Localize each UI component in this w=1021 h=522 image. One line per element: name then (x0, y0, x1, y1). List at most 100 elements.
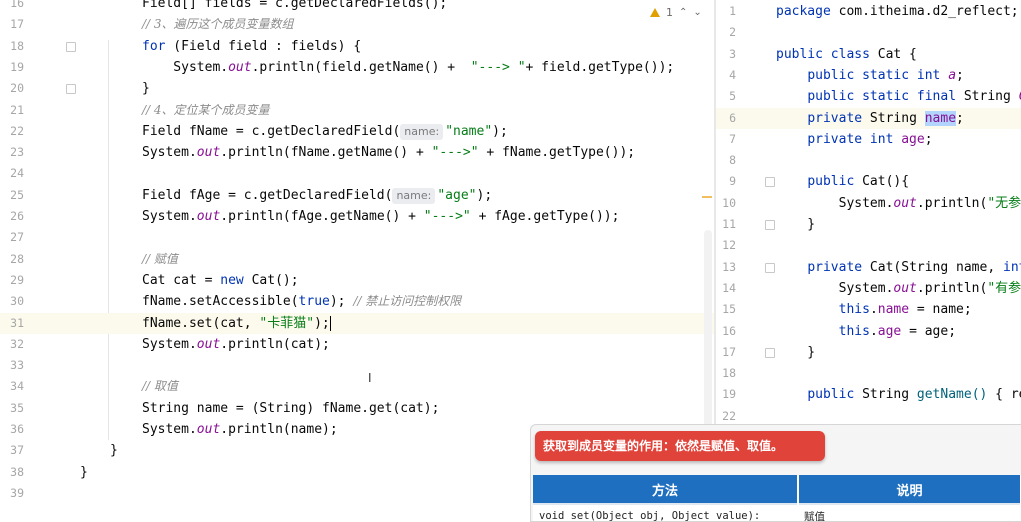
code-text[interactable]: package com.itheima.d2_reflect; (776, 1, 1019, 22)
error-stripe-mark[interactable] (702, 196, 712, 198)
code-line[interactable]: 27 (0, 227, 714, 248)
code-text[interactable]: this.name = name; (776, 299, 972, 320)
code-text[interactable]: public Cat(){ (776, 171, 909, 192)
line-number[interactable]: 29 (0, 270, 24, 291)
code-line[interactable]: 22 Field fName = c.getDeclaredField(name:… (0, 121, 714, 142)
line-number[interactable]: 21 (0, 100, 24, 121)
code-text[interactable]: // 3、遍历这个成员变量数组 (142, 14, 294, 35)
code-text[interactable]: System.out.println(field.getName() + "--… (142, 57, 674, 78)
code-line[interactable]: 18 for (Field field : fields) { (0, 36, 714, 57)
code-line[interactable]: 20} (0, 78, 714, 99)
code-line[interactable]: 19 System.out.println(field.getName() + … (0, 57, 714, 78)
line-number[interactable]: 24 (0, 163, 24, 184)
line-number[interactable]: 16 (0, 0, 24, 14)
fold-marker-icon[interactable] (66, 84, 76, 95)
code-text[interactable]: System.out.println(fName.getName() + "--… (142, 142, 635, 163)
code-line[interactable]: 30 fName.setAccessible(true); // 禁止访问控制权限 (0, 291, 714, 312)
line-number[interactable]: 11 (716, 214, 736, 235)
line-number[interactable]: 1 (716, 1, 736, 22)
code-line[interactable]: 13 private Cat(String name, int (716, 257, 1021, 278)
code-line[interactable]: 15 this.name = name; (716, 299, 1021, 320)
code-text[interactable]: System.out.println("有参 (776, 278, 1021, 299)
code-text[interactable]: fName.set(cat, "卡菲猫"); (142, 313, 331, 334)
code-text[interactable]: Field fName = c.getDeclaredField(name: "n… (142, 121, 508, 142)
code-line[interactable]: 19 public String getName() { re (716, 384, 1021, 405)
line-number[interactable]: 7 (716, 129, 736, 150)
line-number[interactable]: 27 (0, 227, 24, 248)
code-text[interactable]: this.age = age; (776, 321, 956, 342)
line-number[interactable]: 16 (716, 321, 736, 342)
code-line[interactable]: 10 System.out.println("无参 (716, 193, 1021, 214)
code-line[interactable]: 4 public static int a; (716, 65, 1021, 86)
code-text[interactable]: fName.setAccessible(true); // 禁止访问控制权限 (142, 291, 461, 312)
line-number[interactable]: 36 (0, 419, 24, 440)
line-number[interactable]: 10 (716, 193, 736, 214)
line-number[interactable]: 14 (716, 278, 736, 299)
code-line[interactable]: 33 (0, 355, 714, 376)
code-text[interactable]: System.out.println(cat); (142, 334, 330, 355)
code-text[interactable]: Field fAge = c.getDeclaredField(name: "ag… (142, 185, 492, 206)
code-text[interactable]: public static final String C (776, 86, 1021, 107)
code-text[interactable]: private String name; (776, 108, 964, 129)
code-text[interactable]: } (110, 440, 118, 461)
line-number[interactable]: 28 (0, 249, 24, 270)
code-line[interactable]: 28 // 赋值 (0, 249, 714, 270)
code-text[interactable]: private int age; (776, 129, 932, 150)
code-text[interactable]: public class Cat { (776, 44, 917, 65)
line-number[interactable]: 31 (0, 313, 24, 334)
line-number[interactable]: 26 (0, 206, 24, 227)
code-line[interactable]: 16 this.age = age; (716, 321, 1021, 342)
line-number[interactable]: 38 (0, 462, 24, 483)
line-number[interactable]: 8 (716, 150, 736, 171)
code-text[interactable]: public static int a; (776, 65, 964, 86)
line-number[interactable]: 12 (716, 235, 736, 256)
code-line[interactable]: 1 package com.itheima.d2_reflect; (716, 1, 1021, 22)
code-text[interactable]: String name = (String) fName.get(cat); (142, 398, 439, 419)
line-number[interactable]: 3 (716, 44, 736, 65)
inspection-widget[interactable]: 1 ⌃ ⌄ (650, 4, 702, 20)
line-number[interactable]: 19 (716, 384, 736, 405)
line-number[interactable]: 32 (0, 334, 24, 355)
line-number[interactable]: 9 (716, 171, 736, 192)
code-text[interactable]: Cat cat = new Cat(); (142, 270, 299, 291)
line-number[interactable]: 20 (0, 78, 24, 99)
code-line[interactable]: 35 String name = (String) fName.get(cat); (0, 398, 714, 419)
fold-marker-icon[interactable] (765, 177, 775, 188)
code-line[interactable]: 2 (716, 22, 1021, 43)
code-text[interactable]: // 取值 (142, 376, 178, 397)
line-number[interactable]: 37 (0, 440, 24, 461)
code-line[interactable]: 9 public Cat(){ (716, 171, 1021, 192)
line-number[interactable]: 6 (716, 108, 736, 129)
code-text[interactable]: // 赋值 (142, 249, 178, 270)
code-line[interactable]: 24 (0, 163, 714, 184)
code-line[interactable]: 34 // 取值 (0, 376, 714, 397)
code-line[interactable]: 6 private String name; (716, 107, 1021, 129)
code-text[interactable]: System.out.println("无参 (776, 193, 1021, 214)
fold-marker-icon[interactable] (765, 220, 775, 230)
code-line[interactable]: 32 System.out.println(cat); (0, 334, 714, 355)
code-line[interactable]: 31 fName.set(cat, "卡菲猫"); (0, 312, 714, 334)
line-number[interactable]: 19 (0, 57, 24, 78)
code-line[interactable]: 29 Cat cat = new Cat(); (0, 270, 714, 291)
line-number[interactable]: 39 (0, 483, 24, 504)
code-text[interactable]: } (776, 214, 815, 235)
line-number[interactable]: 34 (0, 376, 24, 397)
line-number[interactable]: 35 (0, 398, 24, 419)
code-line[interactable]: 25 Field fAge = c.getDeclaredField(name: "… (0, 185, 714, 206)
line-number[interactable]: 13 (716, 257, 736, 278)
code-line[interactable]: 11 } (716, 214, 1021, 235)
code-text[interactable]: private Cat(String name, int (776, 257, 1021, 278)
line-number[interactable]: 4 (716, 65, 736, 86)
code-line[interactable]: 16 Field[] fields = c.getDeclaredFields()… (0, 0, 714, 14)
code-text[interactable]: // 4、定位某个成员变量 (142, 100, 270, 121)
code-text[interactable]: } (80, 462, 88, 483)
line-number[interactable]: 25 (0, 185, 24, 206)
line-number[interactable]: 33 (0, 355, 24, 376)
code-line[interactable]: 18 (716, 363, 1021, 384)
code-line[interactable]: 14 System.out.println("有参 (716, 278, 1021, 299)
code-text[interactable]: public String getName() { re (776, 384, 1021, 405)
fold-marker-icon[interactable] (765, 262, 775, 273)
line-number[interactable]: 17 (716, 342, 736, 363)
line-number[interactable]: 23 (0, 142, 24, 163)
line-number[interactable]: 30 (0, 291, 24, 312)
